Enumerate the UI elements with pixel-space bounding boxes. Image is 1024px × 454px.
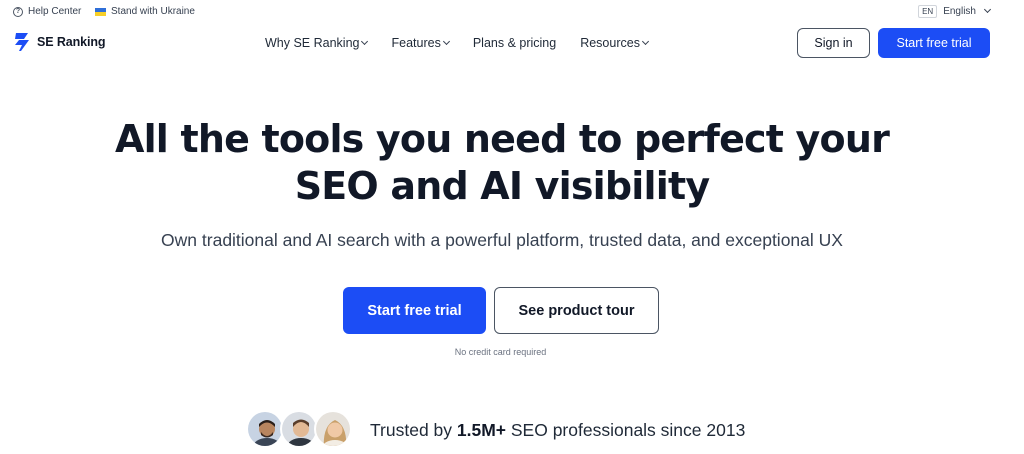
main-header: SE Ranking Why SE Ranking Features Plans… — [0, 24, 1024, 66]
help-icon: ? — [13, 6, 23, 17]
language-label: English — [943, 6, 976, 17]
ukraine-flag-icon — [95, 7, 106, 16]
trusted-by-text: Trusted by 1.5M+ SEO professionals since… — [370, 420, 745, 441]
help-center-link[interactable]: ? Help Center — [13, 6, 81, 17]
se-ranking-logo-icon — [15, 33, 29, 51]
utility-bar: ? Help Center Stand with Ukraine EN Engl… — [0, 0, 1024, 24]
language-selector[interactable]: EN English — [918, 5, 992, 18]
chevron-down-icon — [983, 5, 992, 14]
start-free-trial-header-button[interactable]: Start free trial — [878, 28, 990, 58]
see-product-tour-button[interactable]: See product tour — [494, 287, 659, 334]
trust-count: 1.5M+ — [456, 420, 507, 440]
chevron-down-icon — [361, 37, 369, 45]
chevron-down-icon — [442, 37, 450, 45]
trust-prefix: Trusted by — [370, 420, 457, 440]
trust-suffix: SEO professionals since 2013 — [506, 420, 746, 440]
stand-with-ukraine-label: Stand with Ukraine — [111, 6, 195, 17]
nav-item-features[interactable]: Features — [391, 36, 450, 50]
nav-item-resources[interactable]: Resources — [580, 36, 649, 50]
help-center-label: Help Center — [28, 6, 82, 17]
avatar — [314, 410, 352, 448]
avatar — [246, 410, 284, 448]
hero-title-line-1: All the tools you need to perfect your — [114, 117, 890, 161]
language-code-badge: EN — [918, 5, 938, 18]
stand-with-ukraine-link[interactable]: Stand with Ukraine — [95, 6, 195, 17]
nav-item-label: Plans & pricing — [472, 36, 557, 50]
main-nav: Why SE Ranking Features Plans & pricing … — [265, 36, 649, 50]
hero-title: All the tools you need to perfect your S… — [0, 116, 1004, 210]
chevron-down-icon — [641, 37, 649, 45]
hero-subtitle: Own traditional and AI search with a pow… — [161, 230, 843, 250]
nav-item-plans-pricing[interactable]: Plans & pricing — [473, 36, 556, 50]
brand-name: SE Ranking — [37, 35, 106, 49]
nav-item-label: Features — [391, 36, 441, 50]
hero-title-line-2: SEO and AI visibility — [294, 164, 710, 208]
nav-item-label: Why SE Ranking — [265, 36, 360, 50]
no-credit-card-note: No credit card required — [454, 347, 547, 357]
sign-in-button[interactable]: Sign in — [797, 28, 870, 58]
avatar — [280, 410, 318, 448]
nav-item-label: Resources — [580, 36, 640, 50]
start-free-trial-button[interactable]: Start free trial — [343, 287, 486, 334]
nav-item-why-se-ranking[interactable]: Why SE Ranking — [265, 36, 369, 50]
brand-logo[interactable]: SE Ranking — [13, 32, 106, 52]
